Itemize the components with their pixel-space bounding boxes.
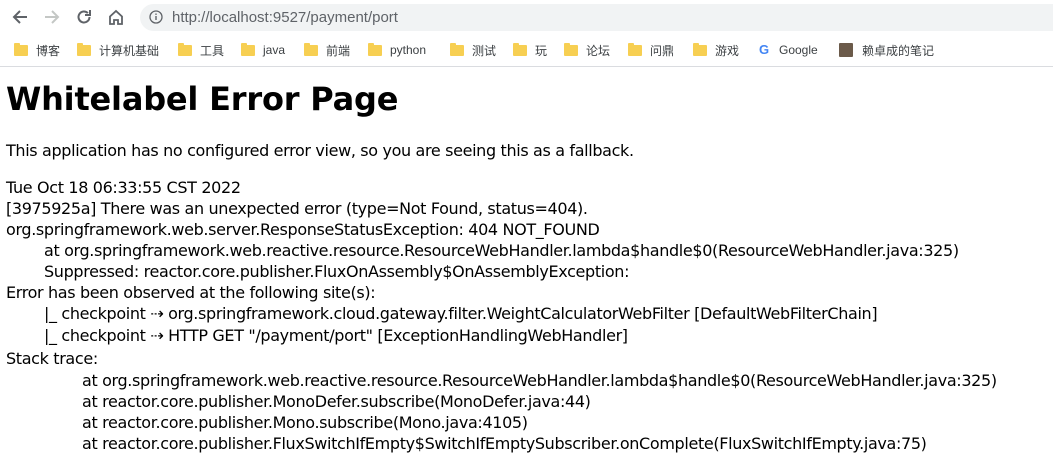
suppressed-line: Suppressed: reactor.core.publisher.FluxO… xyxy=(44,262,630,281)
stack-frame: at reactor.core.publisher.FluxSwitchIfEm… xyxy=(82,434,927,453)
arrow-right-icon xyxy=(45,10,60,24)
folder-icon xyxy=(564,42,578,56)
bookmarks-bar: 博客 计算机基础 工具 java 前端 python 测试 玩 论坛 问鼎 游戏… xyxy=(0,34,1053,67)
checkpoint-line: |_ checkpoint ⇢ org.springframework.clou… xyxy=(44,304,878,323)
address-bar[interactable]: http://localhost:9527/payment/port xyxy=(140,4,1053,31)
bookmark-folder[interactable]: 测试 xyxy=(450,41,496,59)
stack-frame: at reactor.core.publisher.MonoDefer.subs… xyxy=(82,392,591,411)
page-title: Whitelabel Error Page xyxy=(6,80,399,118)
timestamp: Tue Oct 18 06:33:55 CST 2022 xyxy=(6,178,241,197)
reload-button[interactable] xyxy=(72,5,96,29)
forward-button[interactable] xyxy=(40,5,64,29)
folder-icon xyxy=(77,42,91,56)
folder-icon xyxy=(628,42,642,56)
bookmark-folder[interactable]: 前端 xyxy=(304,41,350,59)
bookmark-folder[interactable]: 问鼎 xyxy=(628,41,674,59)
bookmark-label: 计算机基础 xyxy=(99,43,160,58)
error-message: [3975925a] There was an unexpected error… xyxy=(6,199,588,218)
folder-icon xyxy=(368,42,382,56)
home-button[interactable] xyxy=(104,5,128,29)
bookmark-notes[interactable]: 赖卓成的笔记 xyxy=(839,41,934,59)
observed-line: Error has been observed at the following… xyxy=(6,283,376,302)
back-button[interactable] xyxy=(8,5,32,29)
folder-icon xyxy=(693,42,707,56)
bookmark-folder[interactable]: 工具 xyxy=(178,41,224,59)
stack-frame: at org.springframework.web.reactive.reso… xyxy=(82,371,997,390)
bookmark-label: 游戏 xyxy=(715,43,740,58)
exception-line: org.springframework.web.server.ResponseS… xyxy=(6,220,600,239)
bookmark-label: 博客 xyxy=(36,43,61,58)
folder-icon xyxy=(304,42,318,56)
bookmark-label: java xyxy=(263,43,286,57)
bookmark-label: 测试 xyxy=(472,43,497,58)
avatar-icon xyxy=(839,43,853,57)
browser-toolbar: http://localhost:9527/payment/port xyxy=(0,0,1053,34)
bookmark-label: python xyxy=(390,43,427,57)
bookmark-folder[interactable]: 玩 xyxy=(513,41,547,59)
exception-at-line: at org.springframework.web.reactive.reso… xyxy=(44,241,959,260)
bookmark-label: 玩 xyxy=(535,43,548,58)
bookmark-folder[interactable]: 论坛 xyxy=(564,41,610,59)
bookmark-label: 论坛 xyxy=(586,43,611,58)
folder-icon xyxy=(178,42,192,56)
bookmark-folder[interactable]: 游戏 xyxy=(693,41,739,59)
bookmark-google[interactable]: G Google xyxy=(757,41,818,59)
bookmark-folder[interactable]: 博客 xyxy=(14,41,60,59)
bookmark-folder[interactable]: 计算机基础 xyxy=(77,41,159,59)
bookmark-label: 工具 xyxy=(200,43,225,58)
stack-frame: at reactor.core.publisher.Mono.subscribe… xyxy=(82,413,528,432)
bookmark-label: Google xyxy=(779,43,818,57)
google-icon: G xyxy=(758,42,770,57)
url-text[interactable]: http://localhost:9527/payment/port xyxy=(172,9,398,26)
info-icon[interactable] xyxy=(149,10,163,24)
intro-text: This application has no configured error… xyxy=(6,141,634,160)
folder-icon xyxy=(513,42,527,56)
bookmark-folder[interactable]: python xyxy=(368,41,426,59)
bookmark-label: 前端 xyxy=(326,43,351,58)
folder-icon xyxy=(14,42,28,56)
reload-icon xyxy=(77,10,91,24)
bookmark-label: 赖卓成的笔记 xyxy=(862,43,935,58)
bookmark-folder[interactable]: java xyxy=(241,41,285,59)
arrow-left-icon xyxy=(12,10,27,24)
stack-trace-label: Stack trace: xyxy=(6,349,98,368)
folder-icon xyxy=(450,42,464,56)
bookmark-label: 问鼎 xyxy=(650,43,675,58)
folder-icon xyxy=(241,42,255,56)
checkpoint-line: |_ checkpoint ⇢ HTTP GET "/payment/port"… xyxy=(44,326,628,345)
home-icon xyxy=(109,9,123,25)
